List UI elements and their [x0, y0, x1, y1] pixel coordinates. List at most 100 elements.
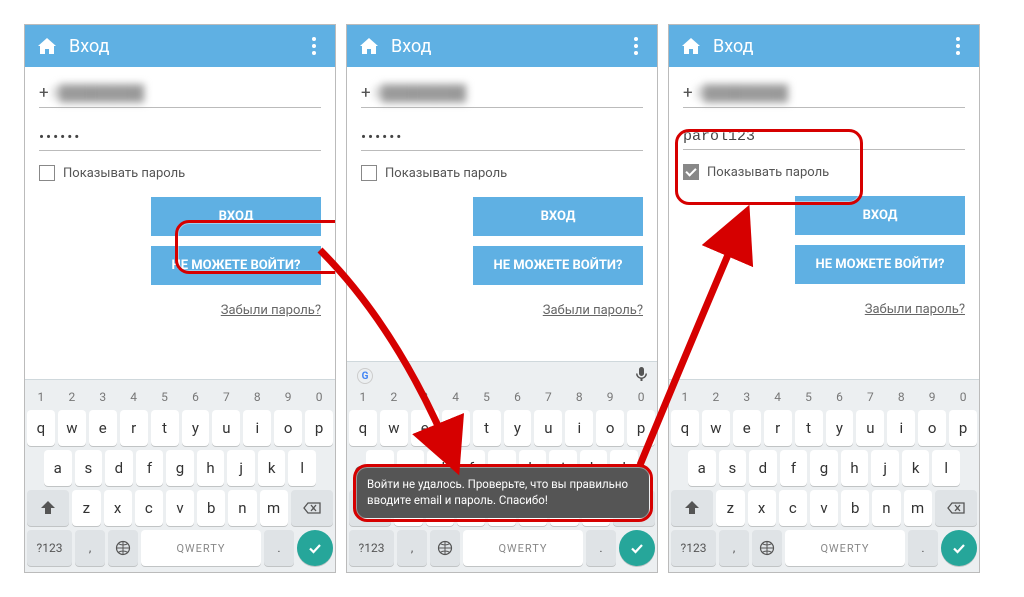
- number-key[interactable]: 9: [918, 388, 946, 406]
- number-key[interactable]: 9: [274, 388, 302, 406]
- letter-key[interactable]: u: [212, 410, 240, 446]
- login-button[interactable]: ВХОД: [795, 196, 965, 235]
- home-icon[interactable]: [37, 37, 57, 55]
- keyboard[interactable]: G 1234567890 qwertyuiop asdfghjkl zxcvbn…: [347, 361, 657, 572]
- symbols-key[interactable]: ?123: [349, 530, 394, 566]
- enter-key[interactable]: [619, 530, 655, 566]
- period-key[interactable]: .: [908, 530, 938, 566]
- cant-login-button[interactable]: НЕ МОЖЕТЕ ВОЙТИ?: [473, 246, 643, 285]
- globe-key[interactable]: [108, 530, 138, 566]
- letter-key[interactable]: p: [627, 410, 655, 446]
- letter-key[interactable]: d: [749, 450, 777, 486]
- globe-key[interactable]: [752, 530, 782, 566]
- shift-key[interactable]: [27, 490, 69, 526]
- show-password-checkbox[interactable]: Показывать пароль: [39, 165, 321, 181]
- letter-key[interactable]: b: [841, 490, 869, 526]
- overflow-menu-icon[interactable]: [949, 37, 967, 55]
- letter-key[interactable]: c: [779, 490, 807, 526]
- number-key[interactable]: 3: [89, 388, 117, 406]
- letter-key[interactable]: n: [228, 490, 256, 526]
- number-key[interactable]: 7: [212, 388, 240, 406]
- show-password-checkbox[interactable]: Показывать пароль: [361, 165, 643, 181]
- letter-key[interactable]: s: [719, 450, 747, 486]
- letter-key[interactable]: o: [918, 410, 946, 446]
- letter-key[interactable]: k: [258, 450, 286, 486]
- letter-key[interactable]: l: [288, 450, 316, 486]
- letter-key[interactable]: r: [120, 410, 148, 446]
- number-key[interactable]: 8: [565, 388, 593, 406]
- letter-key[interactable]: x: [104, 490, 132, 526]
- number-key[interactable]: 4: [764, 388, 792, 406]
- number-key[interactable]: 6: [504, 388, 532, 406]
- login-button[interactable]: ВХОД: [473, 197, 643, 236]
- letter-key[interactable]: d: [105, 450, 133, 486]
- password-field[interactable]: [683, 122, 965, 150]
- letter-key[interactable]: i: [887, 410, 915, 446]
- letter-key[interactable]: l: [932, 450, 960, 486]
- number-key[interactable]: 0: [305, 388, 333, 406]
- letter-key[interactable]: a: [688, 450, 716, 486]
- email-field[interactable]: + 3████████: [683, 77, 965, 108]
- letter-key[interactable]: m: [260, 490, 288, 526]
- number-key[interactable]: 0: [627, 388, 655, 406]
- symbols-key[interactable]: ?123: [671, 530, 716, 566]
- letter-key[interactable]: e: [411, 410, 439, 446]
- letter-key[interactable]: e: [733, 410, 761, 446]
- letter-key[interactable]: h: [841, 450, 869, 486]
- letter-key[interactable]: t: [151, 410, 179, 446]
- letter-key[interactable]: t: [473, 410, 501, 446]
- letter-key[interactable]: m: [904, 490, 932, 526]
- enter-key[interactable]: [297, 530, 333, 566]
- keyboard[interactable]: 1234567890 qwertyuiop asdfghjkl zxcvbnm …: [669, 379, 979, 572]
- comma-key[interactable]: ,: [75, 530, 105, 566]
- letter-key[interactable]: a: [44, 450, 72, 486]
- letter-key[interactable]: q: [349, 410, 377, 446]
- shift-key[interactable]: [671, 490, 713, 526]
- comma-key[interactable]: ,: [397, 530, 427, 566]
- letter-key[interactable]: c: [135, 490, 163, 526]
- letter-key[interactable]: p: [949, 410, 977, 446]
- letter-key[interactable]: q: [27, 410, 55, 446]
- mic-icon[interactable]: [636, 367, 647, 385]
- globe-key[interactable]: [430, 530, 460, 566]
- show-password-checkbox[interactable]: Показывать пароль: [683, 164, 965, 180]
- password-field[interactable]: [361, 122, 643, 151]
- letter-key[interactable]: b: [197, 490, 225, 526]
- email-field[interactable]: + 3████████: [39, 77, 321, 108]
- number-key[interactable]: 5: [795, 388, 823, 406]
- login-button[interactable]: ВХОД: [151, 197, 321, 236]
- letter-key[interactable]: i: [565, 410, 593, 446]
- home-icon[interactable]: [359, 37, 379, 55]
- password-field[interactable]: [39, 122, 321, 151]
- letter-key[interactable]: y: [504, 410, 532, 446]
- letter-key[interactable]: r: [764, 410, 792, 446]
- letter-key[interactable]: e: [89, 410, 117, 446]
- number-key[interactable]: 9: [596, 388, 624, 406]
- letter-key[interactable]: t: [795, 410, 823, 446]
- letter-key[interactable]: k: [902, 450, 930, 486]
- letter-key[interactable]: n: [872, 490, 900, 526]
- letter-key[interactable]: f: [780, 450, 808, 486]
- number-key[interactable]: 4: [120, 388, 148, 406]
- period-key[interactable]: .: [586, 530, 616, 566]
- number-key[interactable]: 7: [534, 388, 562, 406]
- letter-key[interactable]: y: [826, 410, 854, 446]
- letter-key[interactable]: u: [856, 410, 884, 446]
- overflow-menu-icon[interactable]: [305, 37, 323, 55]
- space-key[interactable]: QWERTY: [463, 530, 583, 566]
- letter-key[interactable]: v: [810, 490, 838, 526]
- letter-key[interactable]: j: [871, 450, 899, 486]
- symbols-key[interactable]: ?123: [27, 530, 72, 566]
- forgot-password-link[interactable]: Забыли пароль?: [221, 303, 321, 318]
- letter-key[interactable]: z: [716, 490, 744, 526]
- space-key[interactable]: QWERTY: [141, 530, 261, 566]
- google-icon[interactable]: G: [357, 368, 373, 384]
- letter-key[interactable]: w: [702, 410, 730, 446]
- letter-key[interactable]: g: [166, 450, 194, 486]
- forgot-password-link[interactable]: Забыли пароль?: [865, 302, 965, 317]
- number-key[interactable]: 0: [949, 388, 977, 406]
- number-key[interactable]: 1: [671, 388, 699, 406]
- number-key[interactable]: 6: [182, 388, 210, 406]
- number-key[interactable]: 8: [887, 388, 915, 406]
- home-icon[interactable]: [681, 37, 701, 55]
